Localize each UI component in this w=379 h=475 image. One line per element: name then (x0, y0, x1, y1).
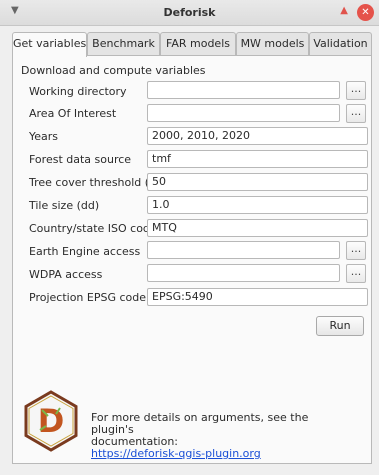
logo-letter: D (38, 402, 65, 440)
years-label: Years (29, 130, 59, 143)
earth-engine-access-label: Earth Engine access (29, 245, 141, 258)
tree-cover-threshold-input[interactable]: 50 (147, 173, 368, 191)
close-icon[interactable]: ✕ (357, 4, 374, 21)
wdpa-access-browse-button[interactable]: ... (346, 264, 366, 283)
area-of-interest-label: Area Of Interest (29, 107, 117, 120)
working-directory-label: Working directory (29, 85, 127, 98)
area-of-interest-browse-button[interactable]: ... (346, 104, 366, 123)
wdpa-access-label: WDPA access (29, 268, 103, 281)
area-of-interest-input[interactable] (147, 104, 340, 122)
deforisk-logo-icon: D (24, 390, 78, 452)
projection-epsg-input[interactable]: EPSG:5490 (147, 288, 368, 306)
tab-get-variables[interactable]: Get variables (12, 32, 87, 57)
iso-code-input[interactable]: MTQ (147, 219, 368, 237)
info-text: For more details on arguments, see the p… (91, 412, 351, 460)
info-line-1: For more details on arguments, see the p… (91, 411, 309, 436)
tab-mw-models[interactable]: MW models (236, 32, 309, 56)
documentation-link[interactable]: https://deforisk-qgis-plugin.org (91, 448, 351, 460)
working-directory-browse-button[interactable]: ... (346, 81, 366, 100)
tile-size-input[interactable]: 1.0 (147, 196, 368, 214)
tab-far-models[interactable]: FAR models (160, 32, 236, 56)
forest-data-source-label: Forest data source (29, 153, 132, 166)
forest-data-source-input[interactable]: tmf (147, 150, 368, 168)
years-input[interactable]: 2000, 2010, 2020 (147, 127, 368, 145)
tree-cover-threshold-label: Tree cover threshold (%) (29, 176, 164, 189)
get-variables-panel: Download and compute variables Working d… (12, 55, 372, 464)
iso-code-label: Country/state ISO code (29, 222, 157, 235)
run-button[interactable]: Run (316, 316, 364, 336)
tile-size-label: Tile size (dd) (29, 199, 100, 212)
tab-validation[interactable]: Validation (309, 32, 372, 56)
title-bar: ▼ Deforisk ▲ ✕ (0, 0, 379, 26)
earth-engine-access-input[interactable] (147, 241, 340, 259)
triangle-up-icon[interactable]: ▲ (340, 5, 348, 16)
wdpa-access-input[interactable] (147, 264, 340, 282)
earth-engine-access-browse-button[interactable]: ... (346, 241, 366, 260)
section-title: Download and compute variables (21, 64, 206, 77)
window-title: Deforisk (163, 6, 216, 19)
tab-benchmark[interactable]: Benchmark (87, 32, 160, 56)
working-directory-input[interactable] (147, 81, 340, 99)
projection-epsg-label: Projection EPSG code (29, 291, 147, 304)
